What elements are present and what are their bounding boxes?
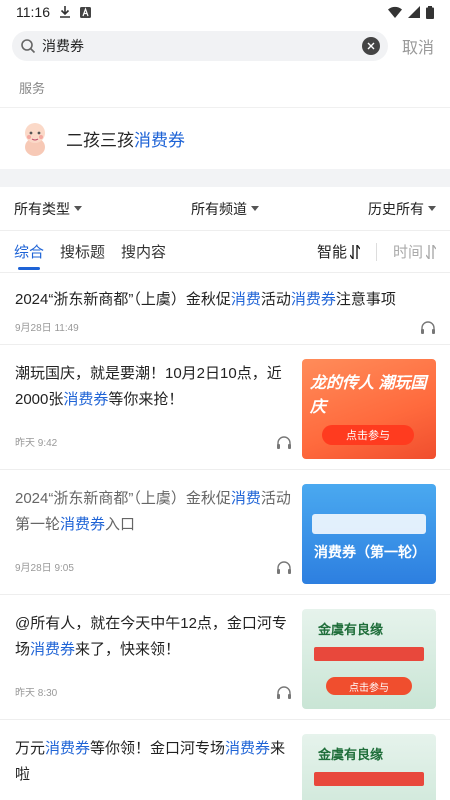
thumb-banner xyxy=(312,514,426,534)
article-item[interactable]: @所有人，就在今天中午12点，金口河专场消费券来了，快来领！ 昨天 8:30 金… xyxy=(0,595,450,720)
article-item[interactable]: 潮玩国庆，就是要潮！10月2日10点，近2000张消费券等你来抢！ 昨天 9:4… xyxy=(0,345,450,470)
thumb-button: 点击参与 xyxy=(322,425,414,445)
article-title: 万元消费券等你领！金口河专场消费券来啦 xyxy=(15,740,286,783)
signal-icon xyxy=(408,6,420,18)
article-date: 9月28日 9:05 xyxy=(15,563,74,574)
caret-down-icon xyxy=(251,206,259,211)
caret-down-icon xyxy=(428,206,436,211)
caret-down-icon xyxy=(74,206,82,211)
article-title: 2024“浙东新商都”（上虞）金秋促消费活动第一轮消费券入口 xyxy=(15,490,291,533)
tab-bar: 综合 搜标题 搜内容 智能 时间 xyxy=(0,231,450,273)
thumb-headline: 龙的传人 潮玩国庆 xyxy=(310,375,427,416)
article-thumbnail[interactable]: 金虞有良缘 点击参与 xyxy=(302,609,436,709)
article-date: 昨天 9:42 xyxy=(15,438,58,449)
service-title: 二孩三孩消费券 xyxy=(66,131,185,150)
article-item[interactable]: 万元消费券等你领！金口河专场消费券来啦 金虞有良缘 xyxy=(0,720,450,800)
thumb-headline: 消费券（第一轮） xyxy=(314,544,426,560)
article-thumbnail[interactable]: 金虞有良缘 xyxy=(302,734,436,800)
thumb-button: 点击参与 xyxy=(326,677,412,695)
thumb-banner xyxy=(314,772,424,786)
service-item[interactable]: 二孩三孩消费券 xyxy=(0,107,450,169)
tab-search-content[interactable]: 搜内容 xyxy=(121,231,166,273)
filter-history[interactable]: 历史所有 xyxy=(368,199,436,219)
article-title: 2024“浙东新商都”（上虞）金秋促消费活动消费券注意事项 xyxy=(15,291,396,308)
tab-search-title[interactable]: 搜标题 xyxy=(60,231,105,273)
headphone-icon[interactable] xyxy=(276,435,292,449)
status-bar: 11:16 xyxy=(0,0,450,24)
sort-time[interactable]: 时间 xyxy=(393,241,436,262)
baby-icon xyxy=(25,122,45,156)
search-box[interactable] xyxy=(12,31,388,61)
search-bar: 取消 xyxy=(0,24,450,68)
cancel-button[interactable]: 取消 xyxy=(398,34,438,58)
filter-channel[interactable]: 所有频道 xyxy=(191,199,259,219)
article-date: 昨天 8:30 xyxy=(15,688,58,699)
thumb-headline: 金虞有良缘 xyxy=(318,747,384,762)
sort-icon xyxy=(426,244,436,259)
wifi-icon xyxy=(388,6,402,18)
search-icon xyxy=(21,39,36,54)
divider xyxy=(375,242,377,261)
article-thumbnail[interactable]: 消费券（第一轮） xyxy=(302,484,436,584)
headphone-icon[interactable] xyxy=(420,320,436,334)
download-icon xyxy=(60,6,70,18)
filter-type[interactable]: 所有类型 xyxy=(14,199,82,219)
thumb-headline: 金虞有良缘 xyxy=(318,622,384,637)
article-title: @所有人，就在今天中午12点，金口河专场消费券来了，快来领！ xyxy=(15,615,287,658)
article-thumbnail[interactable]: 龙的传人 潮玩国庆 点击参与 xyxy=(302,359,436,459)
headphone-icon[interactable] xyxy=(276,685,292,699)
article-date: 9月28日 11:49 xyxy=(15,323,79,334)
section-divider xyxy=(0,169,450,187)
status-time: 11:16 xyxy=(16,4,50,20)
battery-icon xyxy=(426,5,434,19)
clear-icon[interactable] xyxy=(361,37,380,55)
filter-bar: 所有类型 所有频道 历史所有 xyxy=(0,187,450,231)
sort-icon xyxy=(349,244,360,259)
article-item[interactable]: 2024“浙东新商都”（上虞）金秋促消费活动第一轮消费券入口 9月28日 9:0… xyxy=(0,470,450,595)
tab-comprehensive[interactable]: 综合 xyxy=(14,231,44,273)
article-item[interactable]: 2024“浙东新商都”（上虞）金秋促消费活动消费券注意事项 9月28日 11:4… xyxy=(0,273,450,345)
thumb-banner xyxy=(314,647,424,661)
services-section-label: 服务 xyxy=(0,68,450,107)
a-icon xyxy=(80,6,91,18)
sort-smart[interactable]: 智能 xyxy=(317,241,360,262)
headphone-icon[interactable] xyxy=(276,560,292,574)
search-input[interactable] xyxy=(42,38,356,54)
article-title: 潮玩国庆，就是要潮！10月2日10点，近2000张消费券等你来抢！ xyxy=(15,365,282,408)
